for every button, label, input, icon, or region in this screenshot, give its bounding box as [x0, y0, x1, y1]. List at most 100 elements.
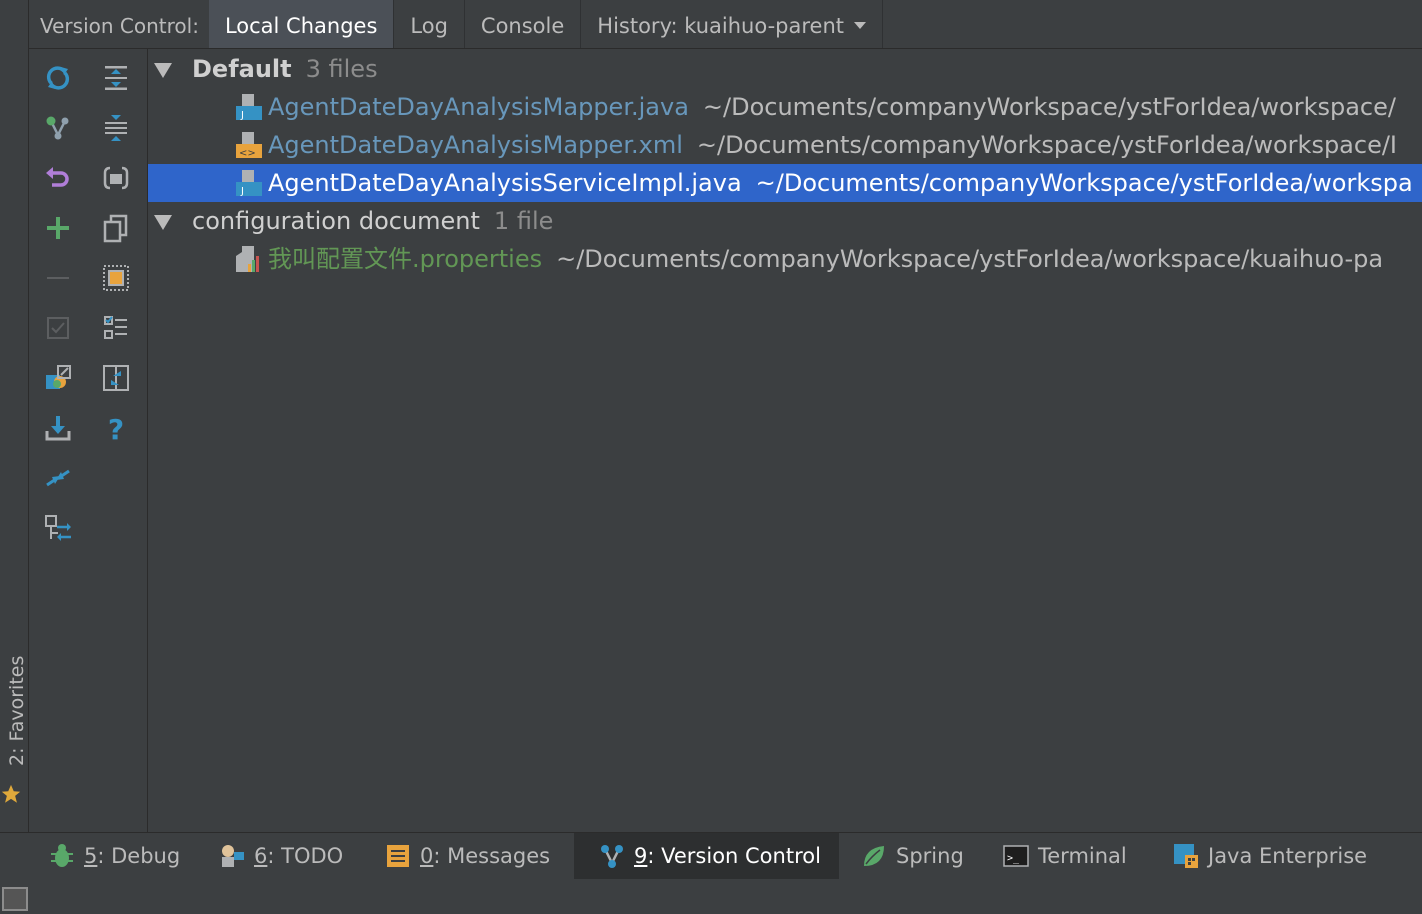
svg-text:?: ?	[108, 413, 124, 443]
changelist-default[interactable]: Default 3 files	[148, 50, 1422, 88]
help-button[interactable]: ?	[99, 411, 133, 445]
tab-history-label: History: kuaihuo-parent	[597, 14, 845, 38]
todo-label: : TODO	[267, 844, 344, 868]
shelve-button[interactable]	[41, 361, 75, 395]
todo-icon	[222, 845, 244, 867]
update-button[interactable]	[41, 411, 75, 445]
svg-text:<>: <>	[239, 148, 256, 159]
changelist-count: 1 file	[493, 207, 554, 235]
remove-button[interactable]	[41, 261, 75, 295]
checkbox-button[interactable]	[41, 311, 75, 345]
tab-history[interactable]: History: kuaihuo-parent	[581, 0, 884, 48]
vcs-toolbar: ?	[29, 49, 148, 832]
collapse-all-button[interactable]	[99, 111, 133, 145]
messages-tool-button[interactable]: 0: Messages	[384, 833, 550, 879]
terminal-tool-button[interactable]: >_ Terminal	[1002, 833, 1127, 879]
list-icon	[104, 316, 127, 339]
terminal-icon: >_	[1003, 845, 1029, 867]
xml-file-icon: <>	[236, 132, 262, 159]
spring-label: Spring	[896, 844, 964, 868]
changelist-name: Default	[192, 55, 292, 83]
copy-icon	[103, 214, 128, 243]
java-file-icon: J	[236, 170, 262, 197]
add-button[interactable]	[41, 211, 75, 245]
preview-diff-button[interactable]	[99, 261, 133, 295]
merge-icon	[46, 469, 70, 487]
file-path: ~/Documents/companyWorkspace/ystForIdea/…	[702, 93, 1396, 121]
java-enterprise-tool-button[interactable]: Java Enterprise	[1172, 833, 1367, 879]
file-path: ~/Documents/companyWorkspace/ystForIdea/…	[556, 245, 1384, 273]
diff-icon	[103, 365, 129, 391]
tab-console[interactable]: Console	[465, 0, 582, 48]
list-button[interactable]	[99, 311, 133, 345]
mnemonic: 5	[84, 844, 98, 868]
svg-text:J: J	[240, 110, 244, 121]
version-control-tool-button[interactable]: 9: Version Control	[574, 833, 839, 879]
diff-button[interactable]	[99, 361, 133, 395]
java-enterprise-label: Java Enterprise	[1208, 844, 1368, 868]
tool-window-bar: 5: Debug 6: TODO 0: Messages 9: Version …	[0, 832, 1422, 880]
copy-button[interactable]	[99, 211, 133, 245]
file-name: AgentDateDayAnalysisMapper.java	[268, 93, 689, 121]
group-icon	[103, 166, 129, 190]
file-name: AgentDateDayAnalysisServiceImpl.java	[268, 169, 742, 197]
debug-tool-button[interactable]: 5: Debug	[48, 833, 180, 879]
mnemonic: 9	[634, 844, 648, 868]
move-icon	[45, 515, 71, 541]
status-bar	[0, 879, 1422, 914]
changes-tree[interactable]: Default 3 files J AgentDateDayAnalysisMap…	[148, 49, 1422, 832]
svg-text:J: J	[240, 186, 244, 197]
bug-icon	[51, 844, 73, 867]
update-icon	[45, 416, 71, 441]
tab-log[interactable]: Log	[394, 0, 465, 48]
add-icon	[47, 217, 69, 239]
help-icon: ?	[108, 413, 124, 443]
spring-leaf-icon	[864, 846, 884, 866]
messages-icon	[387, 845, 409, 867]
file-path: ~/Documents/companyWorkspace/ystForIdea/…	[696, 131, 1398, 159]
shelve-icon	[46, 365, 71, 389]
star-icon[interactable]	[0, 782, 22, 806]
tool-windows-toggle-icon[interactable]	[2, 887, 28, 911]
group-by-button[interactable]	[99, 161, 133, 195]
file-row[interactable]: <> AgentDateDayAnalysisMapper.xml ~/Docum…	[148, 126, 1422, 164]
java-file-icon: J	[236, 94, 262, 121]
version-control-label: : Version Control	[647, 844, 821, 868]
file-row[interactable]: J AgentDateDayAnalysisMapper.java ~/Docum…	[148, 88, 1422, 126]
rollback-button[interactable]	[41, 161, 75, 195]
changelist-count: 3 files	[305, 55, 378, 83]
messages-label: : Messages	[433, 844, 551, 868]
expand-all-button[interactable]	[99, 61, 133, 95]
tool-window-header: Version Control: Local Changes Log Conso…	[29, 0, 1422, 49]
tab-local-changes[interactable]: Local Changes	[208, 0, 395, 48]
chevron-down-icon	[854, 21, 867, 29]
mnemonic: 6	[254, 844, 268, 868]
favorites-tab[interactable]: 2: Favorites	[6, 656, 28, 766]
checkbox-icon	[47, 317, 69, 339]
file-row-selected[interactable]: J AgentDateDayAnalysisServiceImpl.java ~/…	[148, 164, 1422, 202]
debug-label: : Debug	[97, 844, 181, 868]
spring-tool-button[interactable]: Spring	[860, 833, 964, 879]
expand-triangle-icon[interactable]	[154, 63, 172, 78]
mnemonic: 0	[420, 844, 434, 868]
properties-file-icon	[236, 246, 259, 272]
commit-button[interactable]	[41, 111, 75, 145]
refresh-button[interactable]	[41, 61, 75, 95]
collapse-all-icon	[105, 115, 127, 141]
file-name: 我叫配置文件.properties	[268, 245, 543, 273]
file-row[interactable]: 我叫配置文件.properties ~/Documents/companyWork…	[148, 240, 1422, 278]
refresh-icon	[46, 66, 70, 90]
favorites-strip: 2: Favorites	[0, 0, 29, 832]
expand-all-icon	[105, 66, 127, 90]
move-button[interactable]	[41, 511, 75, 545]
vcs-branch-icon	[601, 845, 623, 868]
expand-triangle-icon[interactable]	[154, 215, 172, 230]
merge-button[interactable]	[41, 461, 75, 495]
commit-icon	[46, 116, 69, 140]
changelist-configuration-document[interactable]: configuration document 1 file	[148, 202, 1422, 240]
todo-tool-button[interactable]: 6: TODO	[218, 833, 343, 879]
remove-icon	[47, 277, 69, 279]
rollback-icon	[46, 167, 69, 187]
svg-text:>_: >_	[1007, 853, 1020, 864]
file-path: ~/Documents/companyWorkspace/ystForIdea/…	[755, 169, 1413, 197]
